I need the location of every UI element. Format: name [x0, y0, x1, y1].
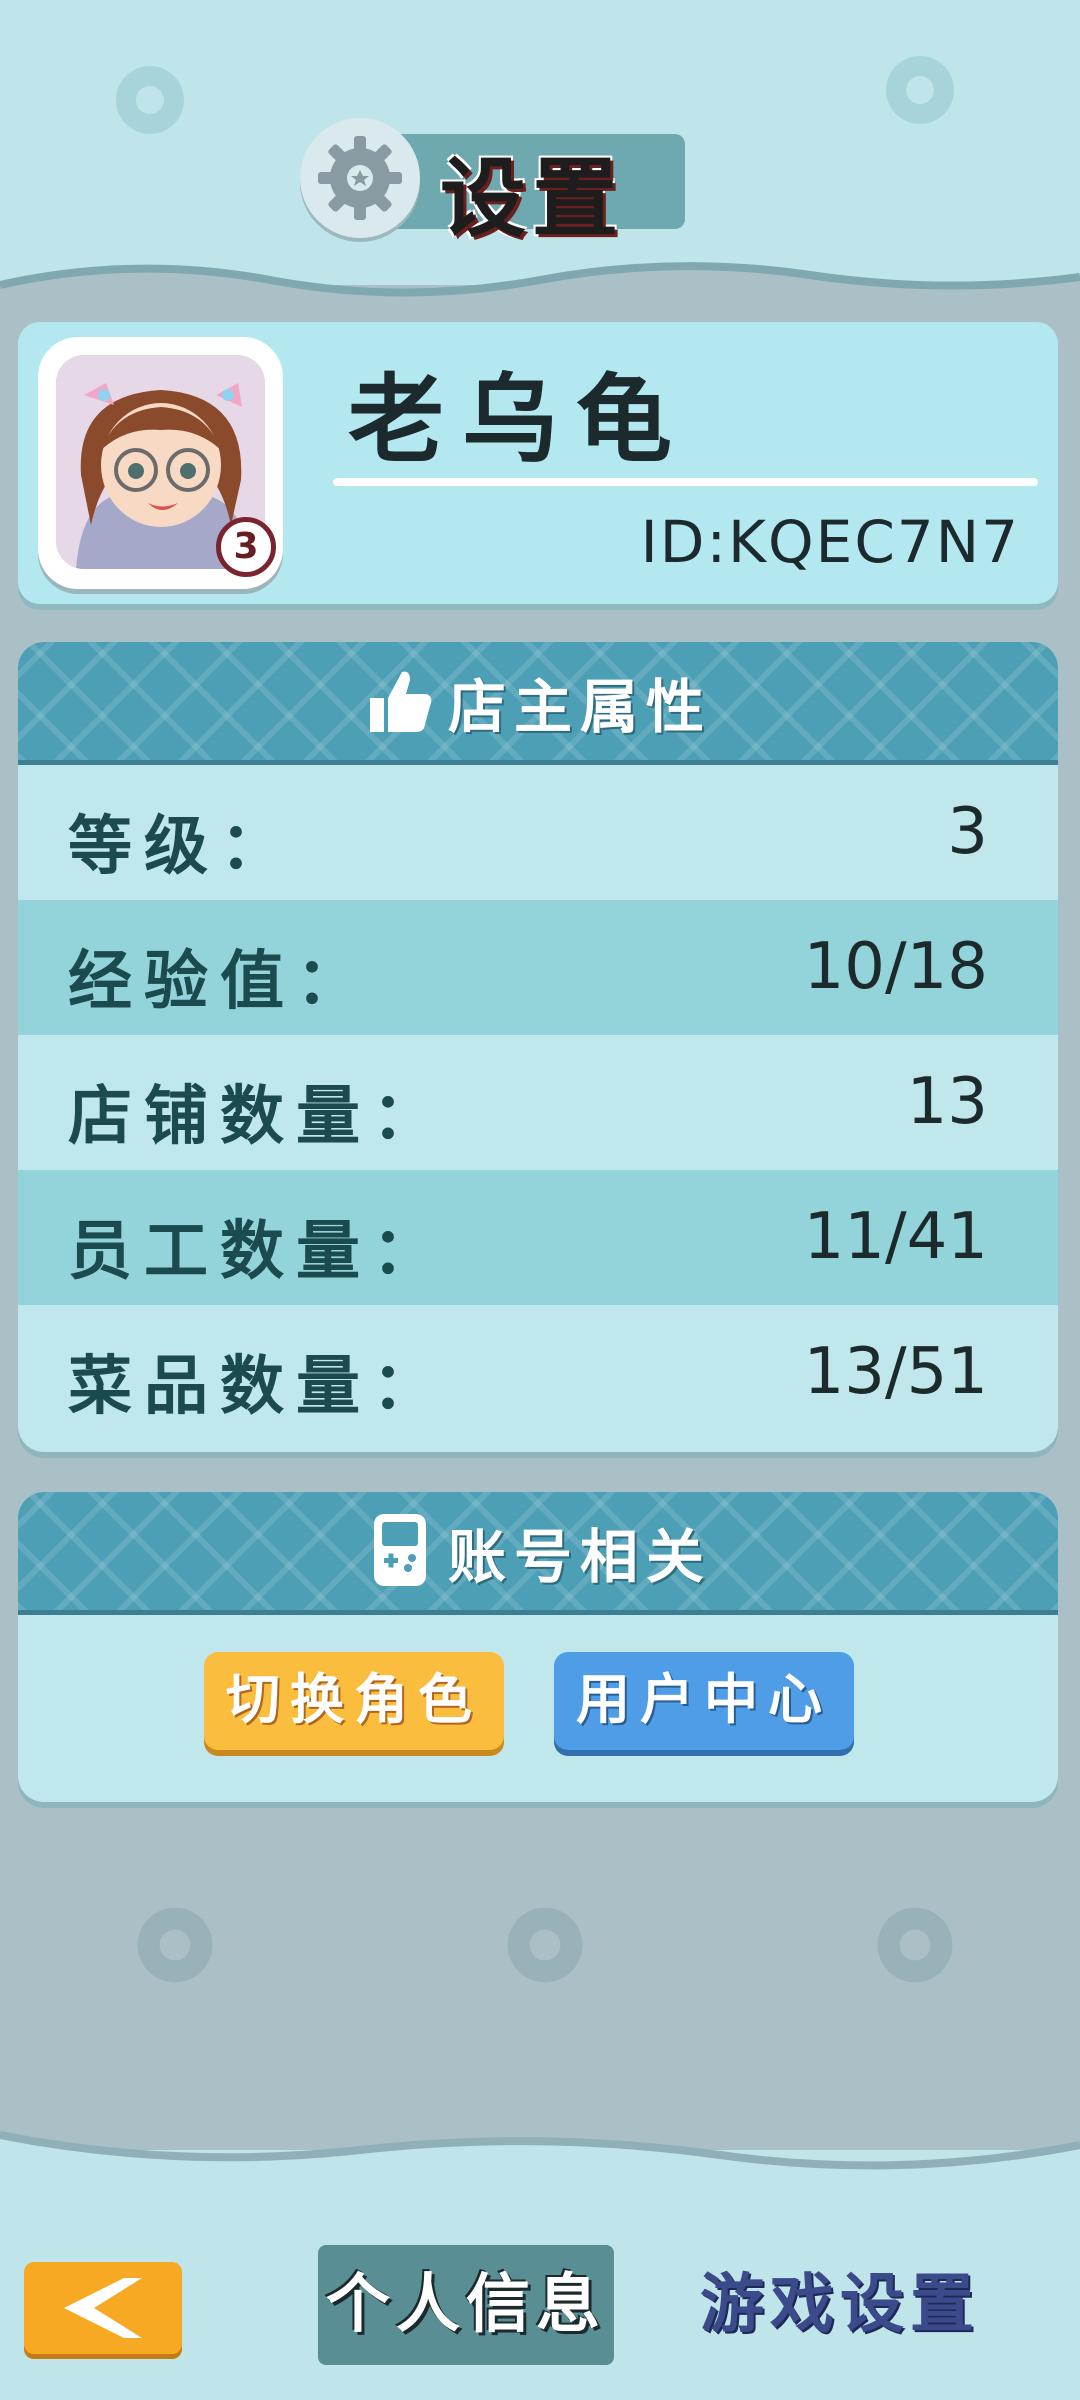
stat-row-experience: 经验值： 10/18 [18, 900, 1058, 1035]
stat-label: 经验值： [68, 945, 372, 1019]
back-button[interactable] [24, 2262, 182, 2354]
tab-profile[interactable]: 个人信息 [318, 2245, 614, 2365]
page-title: 设置 [440, 149, 624, 249]
gear-icon [300, 118, 420, 238]
player-id: ID:KQEC7N7 [640, 508, 1020, 576]
stat-row-staff-count: 员工数量： 11/41 [18, 1170, 1058, 1305]
stat-value: 10/18 [803, 930, 988, 1004]
owner-stats-title: 店主属性 [18, 660, 1058, 750]
stat-value: 13 [906, 1065, 988, 1139]
owner-stats-title-text: 店主属性 [447, 673, 712, 741]
stat-label: 店铺数量： [68, 1080, 448, 1154]
bottom-wave-divider [0, 2131, 1080, 2185]
stat-value: 13/51 [803, 1335, 988, 1409]
tab-game-settings[interactable]: 游戏设置 [690, 2245, 990, 2365]
account-panel: 账号相关 切换角色 用户中心 [18, 1492, 1058, 1802]
owner-stats-header: 店主属性 [18, 642, 1058, 765]
stat-row-level: 等级： 3 [18, 765, 1058, 900]
page-header: 设置 [300, 118, 690, 249]
stat-label: 菜品数量： [68, 1350, 448, 1424]
top-wave-divider [0, 262, 1080, 315]
avatar[interactable]: 3 [38, 337, 283, 589]
stat-label: 等级： [68, 810, 296, 884]
background-gear-icon [116, 66, 184, 134]
background-gear-icon [137, 1907, 213, 1983]
stat-row-shop-count: 店铺数量： 13 [18, 1035, 1058, 1170]
thumbs-up-icon [364, 664, 436, 750]
account-header: 账号相关 [18, 1492, 1058, 1615]
level-badge: 3 [216, 517, 276, 577]
profile-card: 3 老乌龟 ID:KQEC7N7 [18, 322, 1058, 604]
stat-value: 3 [947, 795, 988, 869]
account-title: 账号相关 [18, 1510, 1058, 1604]
stat-value: 11/41 [803, 1200, 988, 1274]
gamepad-icon [364, 1510, 436, 1604]
background-gear-icon [886, 56, 954, 124]
stat-label: 员工数量： [68, 1215, 448, 1289]
name-underline [333, 478, 1038, 486]
account-title-text: 账号相关 [447, 1523, 712, 1591]
background-gear-icon [877, 1907, 953, 1983]
background-gear-icon [507, 1907, 583, 1983]
switch-role-button[interactable]: 切换角色 [204, 1652, 504, 1750]
user-center-button[interactable]: 用户中心 [554, 1652, 854, 1750]
chevron-left-icon [64, 2278, 142, 2338]
owner-stats-panel: 店主属性 等级： 3 经验值： 10/18 店铺数量： 13 员工数量： 11/… [18, 642, 1058, 1452]
player-name: 老乌龟 [348, 364, 690, 476]
stat-row-dish-count: 菜品数量： 13/51 [18, 1305, 1058, 1440]
